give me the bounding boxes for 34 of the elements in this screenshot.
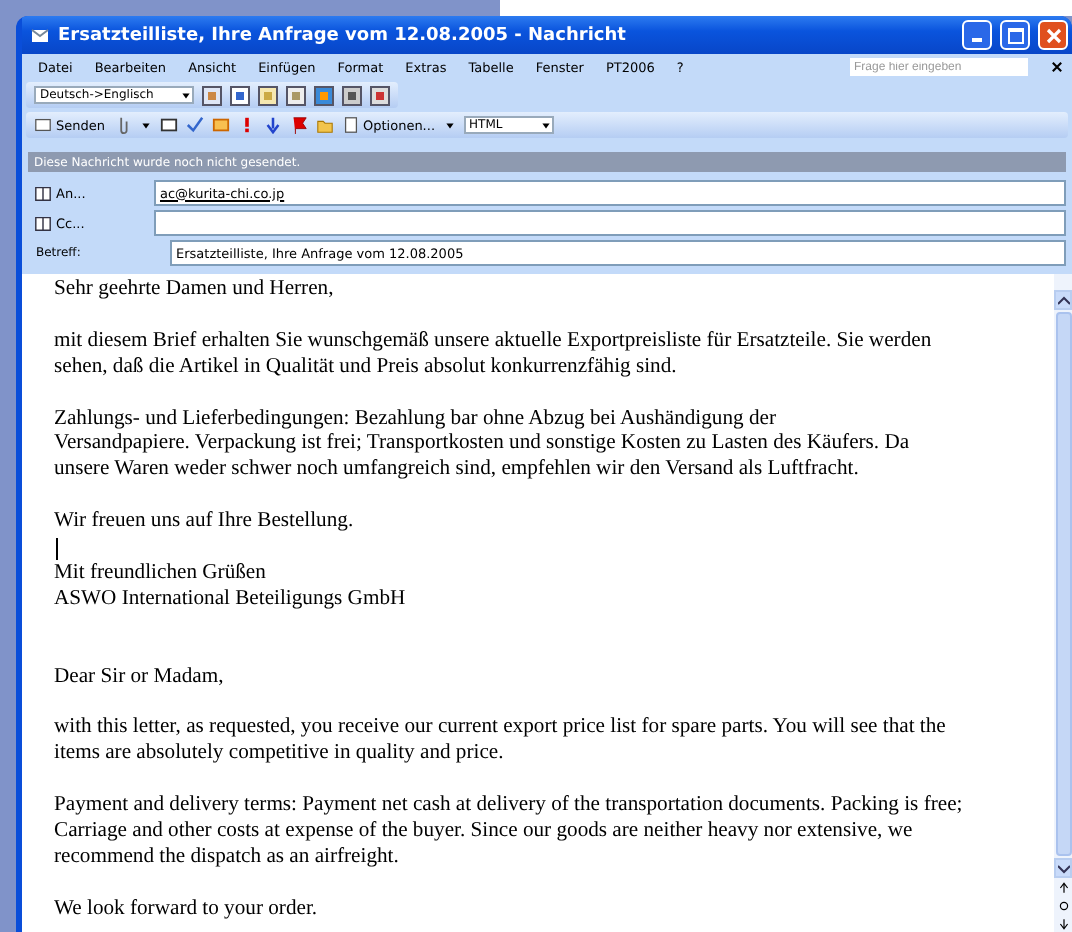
dropdown-arrow-icon [139, 119, 151, 131]
down-arrow-icon [263, 116, 281, 134]
close-button[interactable] [1038, 20, 1068, 50]
close-icon [1045, 27, 1061, 43]
close-icon [1050, 60, 1064, 74]
dropdown-arrow-icon [443, 119, 456, 131]
window-title: Ersatzteilliste, Ihre Anfrage vom 12.08.2005 - Nachricht [58, 25, 628, 45]
paragraph: Payment and delivery terms: Payment net cash at delivery of the transportation documents. Packing is free; Carriage and other costs at expense of the buyer. Since our goods are neither heavy nor extensive, we recommend the dispatch as an airfreight. [54, 794, 965, 872]
paragraph: Zahlungs- und Lieferbedingungen: Bezahlung bar ohne Abzug bei Aushändigung der Versandpapiere. Verpackung ist frei; Transportkosten und sonstige Kosten zu Lasten des Käufers. Da unsere Waren weder schwer noch umfangreich sind, empfehlen wir den Versand als Luftfracht. [54, 407, 912, 485]
scrollbar[interactable] [1054, 274, 1072, 932]
maximize-icon [1007, 27, 1023, 43]
maximize-button[interactable] [1000, 20, 1030, 50]
paragraph: mit diesem Brief erhalten Sie wunschgemäß unsere aktuelle Exportpreisliste für Ersatzteile. Sie werden sehen, daß die Artikel in Qualität und Preis absolut konkurrenzfähig sind. [54, 329, 934, 382]
dropdown-arrow-icon [180, 89, 192, 101]
paragraph: Wir freuen uns auf Ihre Bestellung. [54, 510, 356, 537]
minimize-icon [972, 38, 982, 42]
minimize-button[interactable] [962, 20, 992, 50]
paragraph: Mit freundlichen Grüßen ASWO International Beteiligungs GmbH [54, 562, 408, 614]
down-arrow-icon [1057, 917, 1069, 929]
paragraph: Dear Sir or Madam, [54, 665, 226, 692]
circle-icon [1057, 899, 1069, 911]
up-arrow-icon [1057, 881, 1069, 893]
scroll-up-button[interactable] [1054, 290, 1072, 310]
check-icon [185, 116, 203, 134]
text-cursor [56, 538, 58, 561]
dropdown-arrow-icon [539, 119, 552, 131]
input-field[interactable] [154, 210, 1066, 236]
flag-icon [289, 116, 307, 134]
scroll-down-button[interactable] [1054, 858, 1072, 878]
folder-icon [315, 116, 333, 134]
paragraph: Sehr geehrte Damen und Herren, [54, 278, 336, 304]
paragraph: We look forward to your order. [54, 897, 320, 924]
paragraph: with this letter, as requested, you receive our current export price list for spare parts. You will see that the items are absolutely competitive in quality and price. [54, 716, 948, 769]
scroll-thumb[interactable] [1055, 312, 1071, 856]
